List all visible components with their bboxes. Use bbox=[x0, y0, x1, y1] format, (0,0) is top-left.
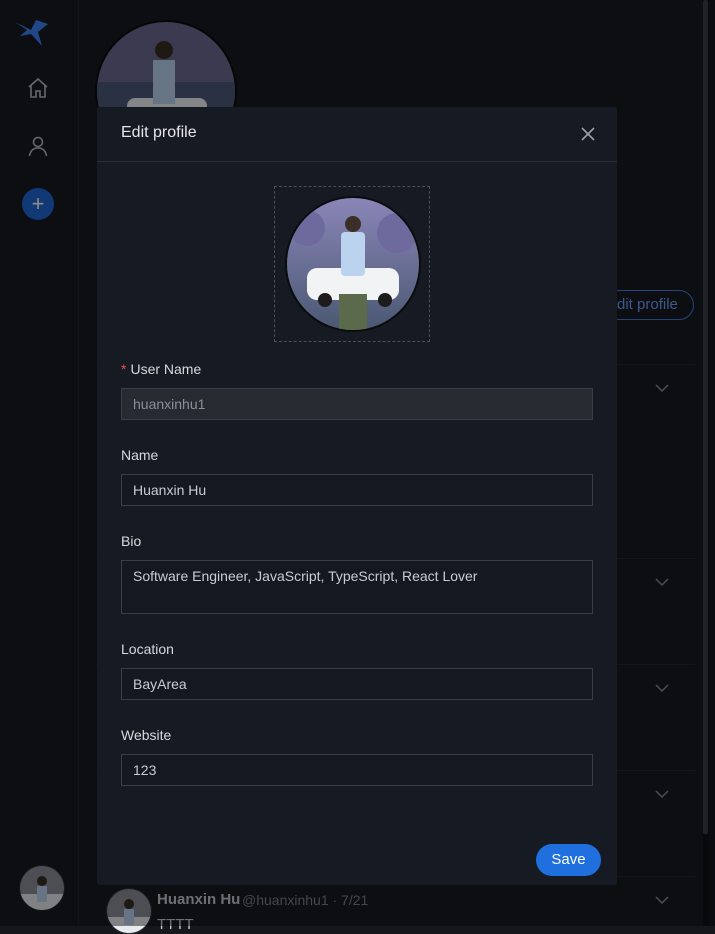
location-label: Location bbox=[121, 641, 174, 657]
modal-title: Edit profile bbox=[121, 124, 197, 141]
website-label: Website bbox=[121, 727, 172, 743]
bio-field[interactable]: Software Engineer, JavaScript, TypeScrip… bbox=[121, 560, 593, 614]
edit-profile-modal: Edit profile * User Name huanxinhu1 Name… bbox=[97, 107, 617, 885]
close-icon[interactable] bbox=[579, 125, 597, 143]
bio-label: Bio bbox=[121, 533, 142, 549]
modal-header: Edit profile bbox=[97, 107, 617, 162]
name-label: Name bbox=[121, 447, 159, 463]
avatar bbox=[285, 196, 421, 332]
username-label: * User Name bbox=[121, 361, 202, 377]
save-button[interactable]: Save bbox=[536, 844, 601, 876]
website-field[interactable] bbox=[121, 754, 593, 786]
avatar-upload[interactable] bbox=[274, 186, 430, 342]
location-field[interactable] bbox=[121, 668, 593, 700]
username-field bbox=[121, 388, 593, 420]
required-indicator: * bbox=[121, 361, 127, 377]
name-field[interactable] bbox=[121, 474, 593, 506]
